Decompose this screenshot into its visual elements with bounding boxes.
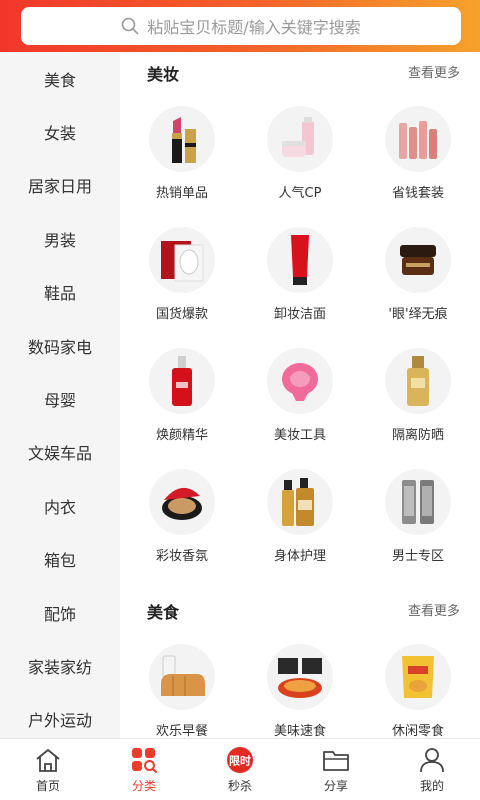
lipstick-icon	[149, 106, 215, 172]
section-title: 美食	[147, 603, 180, 622]
cushion-compact-icon	[149, 469, 215, 535]
bread-milk-icon	[149, 644, 215, 710]
nav-label: 秒杀	[227, 779, 252, 793]
grid-item-label: 休闲零食	[391, 724, 444, 738]
nav-share[interactable]: 分享	[288, 739, 384, 800]
cleanser-tube-icon	[267, 227, 333, 293]
mens-care-icon	[385, 469, 451, 535]
sidebar-item-furnishing[interactable]: 家装家纺	[0, 639, 120, 692]
grid-item[interactable]: 卸妆洁面	[241, 209, 359, 330]
sidebar-item-womens[interactable]: 女装	[0, 105, 120, 158]
bottom-nav: 首页 分类 限时 秒杀 分享 我的	[0, 738, 480, 800]
eye-cream-jar-icon	[385, 227, 451, 293]
sunscreen-icon	[385, 348, 451, 414]
bottle-set-icon	[385, 106, 451, 172]
sidebar-item-digital[interactable]: 数码家电	[0, 319, 120, 372]
grid-item-label: 热销单品	[155, 186, 208, 201]
grid-item[interactable]: 男士专区	[359, 451, 477, 572]
category-sidebar: 美食 女装 居家日用 男装 鞋品 数码家电 母婴 文娱车品 内衣 箱包 配饰 家…	[0, 52, 120, 738]
sidebar-item-outdoor[interactable]: 户外运动	[0, 693, 120, 738]
search-icon	[121, 17, 139, 35]
category-icon	[129, 745, 159, 775]
grid-item-label: 彩妆香氛	[155, 549, 208, 564]
grid-item-label: '眼'绎无痕	[388, 307, 448, 322]
category-content: 美妆 查看更多 热销单品 人气CP 省钱套装 国货爆款 卸妆洁面 '眼'绎无痕 …	[120, 52, 480, 738]
face-mask-icon	[149, 227, 215, 293]
serum-bottle-icon	[149, 348, 215, 414]
grid-item[interactable]: 美妆工具	[241, 330, 359, 451]
grid-item[interactable]: 彩妆香氛	[123, 451, 241, 572]
search-placeholder: 粘贴宝贝标题/输入关键字搜索	[147, 18, 361, 37]
skincare-set-icon	[267, 106, 333, 172]
nav-label: 首页	[35, 779, 60, 793]
grid-item-label: 欢乐早餐	[155, 724, 208, 738]
grid-item-label: 美妆工具	[273, 428, 326, 443]
nav-label: 分类	[131, 779, 156, 793]
view-more-link[interactable]: 查看更多	[408, 600, 460, 619]
grid-item-label: 隔离防晒	[391, 428, 444, 443]
flash-sale-icon: 限时	[225, 745, 255, 775]
sidebar-item-home[interactable]: 居家日用	[0, 159, 120, 212]
sidebar-item-mens[interactable]: 男装	[0, 212, 120, 265]
grid-item[interactable]: '眼'绎无痕	[359, 209, 477, 330]
grid-item[interactable]: 省钱套装	[359, 88, 477, 209]
sidebar-item-shoes[interactable]: 鞋品	[0, 266, 120, 319]
grid-item[interactable]: 国货爆款	[123, 209, 241, 330]
grid-item[interactable]: 美味速食	[241, 626, 359, 738]
grid-item[interactable]: 隔离防晒	[359, 330, 477, 451]
body-lotion-icon	[267, 469, 333, 535]
grid-item-label: 美味速食	[273, 724, 326, 738]
view-more-link[interactable]: 查看更多	[408, 62, 460, 81]
header-bar: 粘贴宝贝标题/输入关键字搜索	[0, 0, 480, 52]
grid-item[interactable]: 焕颜精华	[123, 330, 241, 451]
grid-item-label: 国货爆款	[155, 307, 208, 322]
home-icon	[33, 745, 63, 775]
grid-item[interactable]: 欢乐早餐	[123, 626, 241, 738]
cleansing-brush-icon	[267, 348, 333, 414]
sidebar-item-accessories[interactable]: 配饰	[0, 586, 120, 639]
section-title: 美妆	[147, 65, 180, 84]
grid-item-label: 人气CP	[278, 186, 322, 201]
grid-item[interactable]: 人气CP	[241, 88, 359, 209]
sidebar-item-entertainment[interactable]: 文娱车品	[0, 426, 120, 479]
profile-icon	[417, 745, 447, 775]
sidebar-item-baby[interactable]: 母婴	[0, 372, 120, 425]
nav-profile[interactable]: 我的	[384, 739, 480, 800]
nav-label: 我的	[419, 779, 444, 793]
grid-item-label: 焕颜精华	[155, 428, 208, 443]
section-header-beauty: 美妆 查看更多	[120, 52, 480, 88]
grid-item-label: 卸妆洁面	[273, 307, 326, 322]
nav-category[interactable]: 分类	[96, 739, 192, 800]
section-header-food: 美食 查看更多	[120, 590, 480, 626]
grid-item-label: 省钱套装	[391, 186, 444, 201]
grid-item[interactable]: 热销单品	[123, 88, 241, 209]
grid-item-label: 男士专区	[391, 549, 444, 564]
sidebar-item-underwear[interactable]: 内衣	[0, 479, 120, 532]
grid-item[interactable]: 身体护理	[241, 451, 359, 572]
nav-home[interactable]: 首页	[0, 739, 96, 800]
instant-noodles-icon	[267, 644, 333, 710]
sidebar-item-food[interactable]: 美食	[0, 52, 120, 105]
chips-bag-icon	[385, 644, 451, 710]
food-grid: 欢乐早餐 美味速食 休闲零食	[120, 626, 480, 738]
nav-flash-sale[interactable]: 限时 秒杀	[192, 739, 288, 800]
sidebar-item-bags[interactable]: 箱包	[0, 533, 120, 586]
nav-label: 分享	[323, 779, 348, 793]
folder-share-icon	[321, 745, 351, 775]
beauty-grid: 热销单品 人气CP 省钱套装 国货爆款 卸妆洁面 '眼'绎无痕 焕颜精华 美妆工…	[120, 88, 480, 572]
grid-item-label: 身体护理	[273, 549, 326, 564]
search-input[interactable]: 粘贴宝贝标题/输入关键字搜索	[21, 7, 461, 45]
grid-item[interactable]: 休闲零食	[359, 626, 477, 738]
flash-sale-badge: 限时	[229, 754, 251, 768]
